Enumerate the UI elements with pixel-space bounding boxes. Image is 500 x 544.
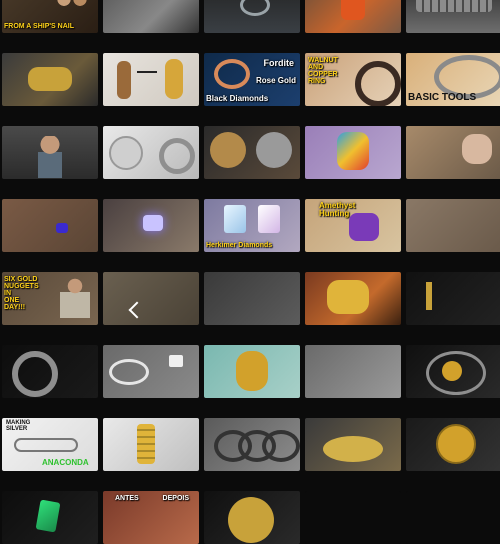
arrow-icon — [128, 301, 146, 319]
nugget-icon — [327, 280, 369, 314]
glass-icon — [341, 0, 365, 20]
thumb-dark-rocks[interactable] — [204, 272, 300, 325]
chain-icon — [14, 438, 78, 452]
thumb-walnut-copper[interactable]: WALNUT AND COPPER RING — [305, 53, 401, 106]
spinner-ring-icon — [12, 351, 58, 397]
opal-icon — [337, 132, 369, 170]
thumb-dark-ring[interactable] — [204, 0, 300, 33]
thumb-engraving[interactable] — [305, 418, 401, 471]
gold-icon — [442, 361, 462, 381]
people-icon — [52, 0, 92, 16]
thumb-gold-nuggets[interactable] — [305, 272, 401, 325]
caption-depois: DEPOIS — [162, 495, 189, 502]
coin-icon — [228, 497, 274, 543]
thumb-brass-cannon[interactable] — [2, 53, 98, 106]
thumb-workshop-man[interactable] — [2, 126, 98, 179]
caption-antes: ANTES — [115, 495, 139, 502]
thumb-metal-hand[interactable] — [305, 345, 401, 398]
thumb-coin-ring[interactable] — [103, 126, 199, 179]
thumb-purple-crystal[interactable] — [103, 199, 199, 252]
thumb-rock-pile[interactable] — [103, 272, 199, 325]
thumb-coin-rolls[interactable] — [406, 0, 500, 33]
arrow-icon — [137, 71, 157, 73]
caption-basic-tools: BASIC TOOLS — [408, 92, 477, 103]
thumb-small-bolt[interactable] — [406, 272, 500, 325]
thumb-anaconda[interactable]: MAKING SILVER ANACONDA — [2, 418, 98, 471]
ring-icon — [240, 0, 270, 16]
caption-making-silver: MAKING SILVER — [6, 420, 31, 432]
dragon-icon — [236, 351, 268, 391]
thumb-braided-rings[interactable] — [204, 418, 300, 471]
thumb-ring-sketch[interactable] — [103, 345, 199, 398]
thumb-empty-2 — [406, 491, 500, 544]
bolt-icon — [426, 282, 432, 310]
caption-rose-gold: Rose Gold — [255, 76, 296, 85]
caption-ships-nail: FROM A SHIP'S NAIL — [4, 23, 74, 30]
ring-icon — [355, 61, 401, 106]
coin-roll-icon — [416, 0, 492, 12]
caption-black-diamonds: Black Diamonds — [206, 94, 269, 103]
caption-fordite: Fordite — [263, 58, 295, 68]
thumb-antes-depois[interactable]: ANTES DEPOIS — [103, 491, 199, 544]
thumb-amethyst[interactable]: Amethyst Hunting — [305, 199, 401, 252]
thumb-silver-spinner[interactable] — [2, 345, 98, 398]
skull-coin-icon — [256, 132, 292, 168]
thumb-gold-chain[interactable] — [103, 418, 199, 471]
thumb-six-gold[interactable]: SIX GOLD NUGGETS IN ONE DAY!!! — [2, 272, 98, 325]
ring-icon — [262, 430, 300, 462]
thumb-green-crystal[interactable] — [2, 491, 98, 544]
crystal-icon — [143, 215, 163, 231]
person-icon — [38, 136, 62, 178]
skull-coin-icon — [210, 132, 246, 168]
hand-icon — [462, 134, 492, 164]
thumb-skull-coins[interactable] — [204, 126, 300, 179]
gold-coin-icon — [436, 424, 476, 464]
thumb-spiral-gold[interactable] — [406, 345, 500, 398]
gold-plate-icon — [323, 436, 383, 462]
thumb-gold-sand[interactable] — [406, 126, 500, 179]
coin-icon — [109, 136, 143, 170]
ring-icon — [214, 59, 250, 89]
thumb-gold-coin[interactable] — [406, 418, 500, 471]
ring-icon — [159, 138, 195, 174]
thumb-ships-nail[interactable]: FROM A SHIP'S NAIL — [2, 0, 98, 33]
thumb-herkimer[interactable]: Herkimer Diamonds — [204, 199, 300, 252]
caption-walnut: WALNUT AND COPPER RING — [308, 57, 338, 85]
thumb-orange-glass[interactable] — [305, 0, 401, 33]
thumb-cut-coin[interactable] — [204, 491, 300, 544]
thumb-muddy-hands[interactable] — [406, 199, 500, 252]
thumb-red-hand-gem[interactable] — [2, 199, 98, 252]
person-icon — [60, 278, 90, 318]
caption-anaconda: ANACONDA — [42, 458, 89, 467]
caption-six-gold: SIX GOLD NUGGETS IN ONE DAY!!! — [4, 276, 39, 311]
cannon-icon — [28, 67, 72, 91]
thumb-bullet-bolt[interactable] — [103, 53, 199, 106]
bolt-icon — [117, 61, 131, 99]
gem-icon — [56, 223, 68, 233]
thumb-hand-stone[interactable] — [103, 0, 199, 33]
amethyst-icon — [349, 213, 379, 241]
crystal-icon — [35, 499, 61, 533]
ring-icon — [109, 359, 149, 385]
brass-bullet-icon — [165, 59, 183, 99]
thumb-empty-1 — [305, 491, 401, 544]
thumb-basic-tools[interactable]: BASIC TOOLS — [406, 53, 500, 106]
thumb-opal-hand[interactable] — [305, 126, 401, 179]
crystal-icon — [258, 205, 280, 233]
gem-icon — [169, 355, 183, 367]
chain-icon — [137, 424, 155, 464]
thumb-gold-dragon[interactable] — [204, 345, 300, 398]
crystal-icon — [224, 205, 246, 233]
caption-herkimer: Herkimer Diamonds — [206, 242, 273, 249]
thumb-black-diamonds[interactable]: Fordite Rose Gold Black Diamonds — [204, 53, 300, 106]
video-thumbnail-grid: FROM A SHIP'S NAIL Fordite Rose Gold Bla… — [0, 0, 500, 544]
